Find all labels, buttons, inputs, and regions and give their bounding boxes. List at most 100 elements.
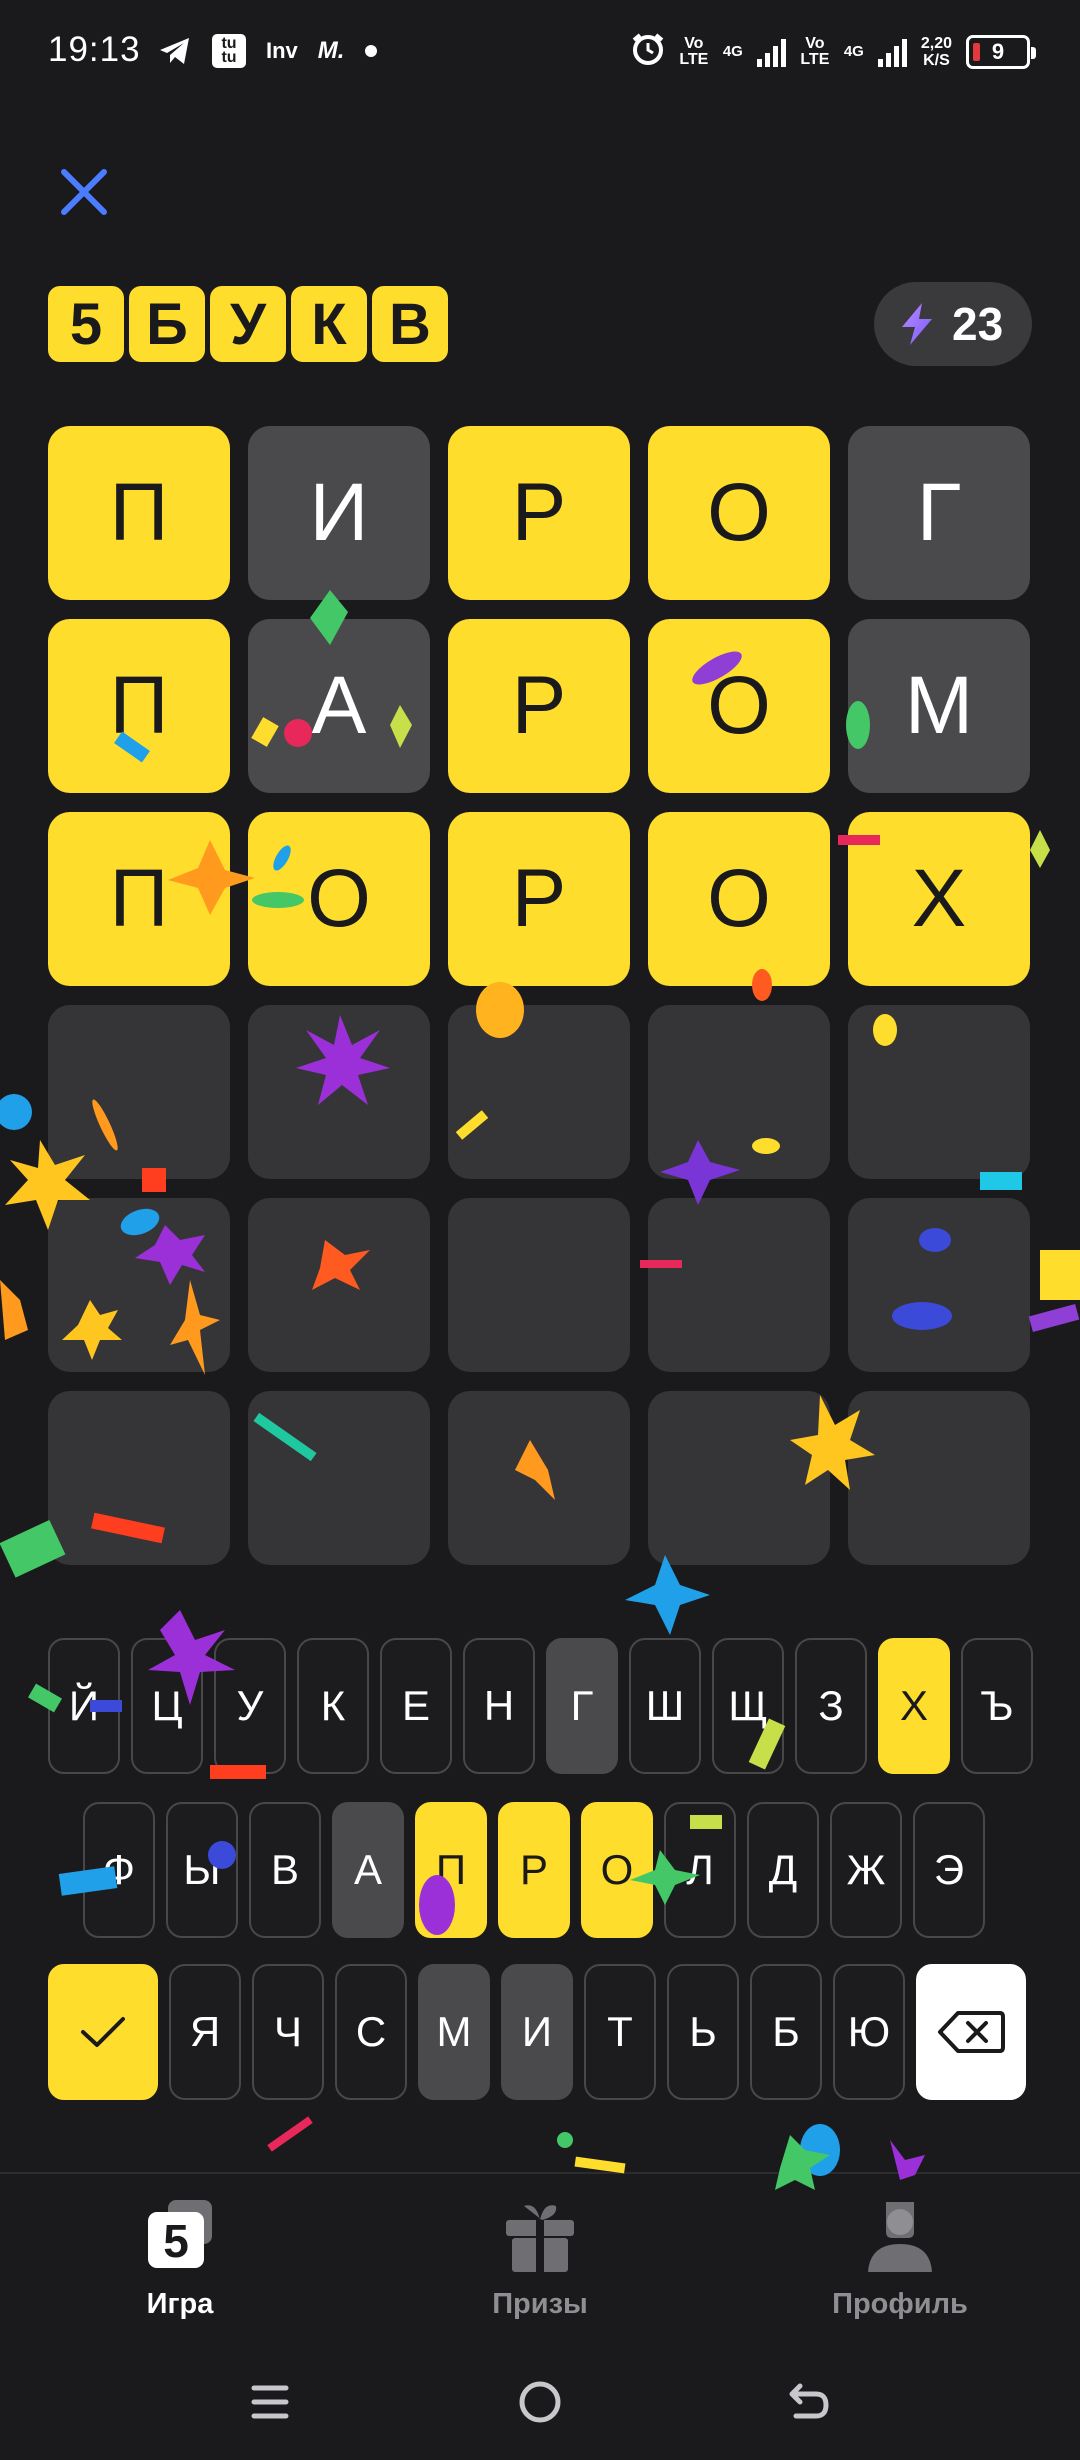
key[interactable]: Ю — [833, 1964, 905, 2100]
key[interactable]: Э — [913, 1802, 985, 1938]
key[interactable]: П — [415, 1802, 487, 1938]
board-cell: О — [648, 619, 830, 793]
nav-item-prizes[interactable]: Призы — [430, 2198, 650, 2321]
checkmark-icon — [81, 2017, 125, 2047]
board-cell — [848, 1005, 1030, 1179]
key[interactable]: Х — [878, 1638, 950, 1774]
volte-indicator-1: Vo LTE — [679, 34, 709, 68]
network-speed: 2,20 K/S — [921, 35, 952, 69]
key[interactable]: О — [581, 1802, 653, 1938]
board-cell — [48, 1005, 230, 1179]
board-cell — [448, 1005, 630, 1179]
nav-item-profile[interactable]: Профиль — [790, 2198, 1010, 2321]
nav-label-profile: Профиль — [832, 2288, 968, 2320]
home-button[interactable] — [510, 2372, 570, 2432]
back-button[interactable] — [780, 2372, 840, 2432]
key[interactable]: Т — [584, 1964, 656, 2100]
lightning-icon — [902, 303, 932, 345]
energy-value: 23 — [952, 298, 1004, 350]
key[interactable]: Г — [546, 1638, 618, 1774]
key[interactable]: Й — [48, 1638, 120, 1774]
notification-icons: tu tu Inv M. — [158, 34, 378, 68]
key[interactable]: Ц — [131, 1638, 203, 1774]
keyboard-row-2: ФЫВАПРОЛДЖЭ — [83, 1802, 985, 1938]
alarm-icon — [631, 32, 665, 71]
status-bar: 19:13 tu tu Inv M. Vo LTE 4G Vo LTE 4G 2… — [0, 0, 1080, 110]
key[interactable]: Л — [664, 1802, 736, 1938]
volte-indicator-2: Vo LTE — [800, 34, 830, 68]
key[interactable]: С — [335, 1964, 407, 2100]
board-cell — [648, 1005, 830, 1179]
board-cell — [248, 1005, 430, 1179]
nav-item-game[interactable]: 5 Игра — [70, 2198, 290, 2321]
board-cell — [648, 1198, 830, 1372]
backspace-icon — [938, 2011, 1005, 2053]
tutu-icon: tu tu — [212, 34, 246, 68]
key[interactable]: Ф — [83, 1802, 155, 1938]
key[interactable]: З — [795, 1638, 867, 1774]
game-icon: 5 — [138, 2198, 222, 2278]
board-cell — [48, 1198, 230, 1372]
svg-text:5: 5 — [163, 2215, 189, 2267]
keyboard-row-3: ЯЧСМИТЬБЮ — [48, 1964, 1026, 2100]
key[interactable]: Щ — [712, 1638, 784, 1774]
key[interactable]: Д — [747, 1802, 819, 1938]
key[interactable]: Е — [380, 1638, 452, 1774]
nav-label-game: Игра — [146, 2288, 214, 2320]
board-cell: Р — [448, 812, 630, 986]
inv-icon: Inv — [266, 38, 298, 63]
key[interactable]: М — [418, 1964, 490, 2100]
network-type-1: 4G — [722, 43, 743, 60]
energy-counter[interactable]: 23 — [874, 282, 1032, 366]
battery-icon: 9 — [966, 34, 1036, 69]
logo-tile: 5 — [48, 286, 124, 362]
board-cell — [48, 1391, 230, 1565]
battery-level: 9 — [991, 38, 1005, 64]
board-cell — [248, 1391, 430, 1565]
key[interactable]: К — [297, 1638, 369, 1774]
key[interactable]: Ы — [166, 1802, 238, 1938]
key[interactable]: Ч — [252, 1964, 324, 2100]
logo-tile: Б — [129, 286, 205, 362]
m-icon: M. — [317, 37, 345, 64]
dot-icon — [364, 34, 378, 68]
board-cell: Г — [848, 426, 1030, 600]
key[interactable]: В — [249, 1802, 321, 1938]
key[interactable]: Ь — [667, 1964, 739, 2100]
board-cell: М — [848, 619, 1030, 793]
key[interactable]: Б — [750, 1964, 822, 2100]
key[interactable]: Ж — [830, 1802, 902, 1938]
board-cell: Р — [448, 619, 630, 793]
key[interactable]: Р — [498, 1802, 570, 1938]
board-cell: П — [48, 619, 230, 793]
board-cell: А — [248, 619, 430, 793]
board-cell: О — [648, 812, 830, 986]
board-cell: П — [48, 812, 230, 986]
key[interactable]: И — [501, 1964, 573, 2100]
key[interactable]: Ъ — [961, 1638, 1033, 1774]
board-cell — [248, 1198, 430, 1372]
telegram-icon — [158, 34, 192, 68]
speed-value: 2,20 — [920, 34, 952, 52]
close-button[interactable] — [54, 162, 114, 222]
enter-button[interactable] — [48, 1964, 158, 2100]
board-cell — [448, 1391, 630, 1565]
board-cell: О — [248, 812, 430, 986]
signal-icon-1 — [756, 37, 786, 67]
key[interactable]: Н — [463, 1638, 535, 1774]
home-icon — [519, 2381, 561, 2423]
board-cell: Х — [848, 812, 1030, 986]
gift-icon — [498, 2198, 582, 2278]
backspace-button[interactable] — [916, 1964, 1026, 2100]
key[interactable]: У — [214, 1638, 286, 1774]
board-cell: И — [248, 426, 430, 600]
key[interactable]: Я — [169, 1964, 241, 2100]
menu-button[interactable] — [240, 2372, 300, 2432]
close-icon — [61, 169, 107, 215]
status-time: 19:13 — [48, 30, 141, 69]
key[interactable]: Ш — [629, 1638, 701, 1774]
menu-icon — [251, 2385, 289, 2419]
key[interactable]: А — [332, 1802, 404, 1938]
network-type-2: 4G — [843, 43, 864, 60]
profile-icon — [858, 2198, 942, 2278]
